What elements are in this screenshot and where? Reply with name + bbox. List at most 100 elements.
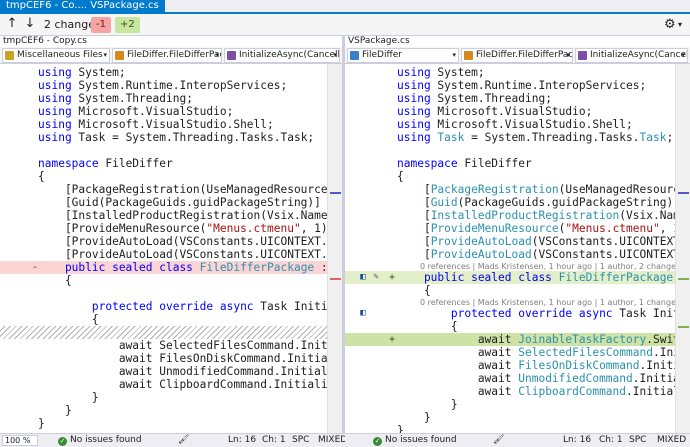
codelens-info[interactable]: 0 references | Mads Kristensen, 1 hour a… [420, 298, 676, 307]
right-status-bar: ✓ No issues found 🖌 Ln: 16 Ch: 1 SPC MIXE… [345, 433, 690, 447]
right-project-dropdown[interactable]: FileDiffer ▾ [347, 48, 459, 63]
gear-icon[interactable]: ⚙ [664, 17, 676, 33]
document-tab[interactable]: tmpCEF6 - Co.... VSPackage.cs [0, 0, 165, 12]
line-number: Ln: 16 [563, 435, 592, 445]
code-token: JoinableTaskFactory [518, 333, 647, 346]
deletion-marker: - [32, 262, 39, 273]
left-member-dropdown[interactable]: InitializeAsync(Cancell ▾ [224, 48, 340, 63]
code-token: PackageRegistration [430, 183, 559, 196]
code-line: { [0, 274, 342, 287]
code-cleanup-icon[interactable]: 🖌 [493, 434, 504, 447]
issues-label: No issues found [70, 435, 142, 445]
code-token: using [38, 131, 79, 144]
code-line-text: using Task = System.Threading.Tasks.Task… [38, 131, 314, 144]
code-line-text: } [38, 417, 45, 430]
code-line: using System.Runtime.InteropServices; [345, 79, 690, 92]
code-token: [InstalledProductRegistration(Vsix.Name,… [38, 209, 342, 222]
code-line-text: using System.Runtime.InteropServices; [38, 79, 287, 92]
code-cleanup-icon[interactable]: 🖌 [178, 434, 189, 447]
class-diagram-icon[interactable]: ◧ [358, 272, 368, 282]
whitespace-mode[interactable]: SPC [629, 434, 646, 447]
code-token: System.Runtime.InteropServices; [78, 79, 288, 92]
line-ending-mode[interactable]: MIXED [657, 434, 686, 447]
left-project-dropdown[interactable]: Miscellaneous Files ▾ [2, 48, 110, 63]
left-file-title: tmpCEF6 - Copy.cs [3, 36, 87, 46]
code-line: await SelectedFilesCommand.Initial [345, 346, 690, 359]
code-token: using [397, 92, 438, 105]
right-file-title: VSPackage.cs [348, 36, 410, 46]
left-member-label: InitializeAsync(Cancell [239, 50, 340, 60]
issues-label: No issues found [385, 435, 457, 445]
code-token: using [397, 131, 431, 144]
right-vertical-scrollbar[interactable] [675, 64, 690, 433]
right-type-dropdown[interactable]: FileDiffer.FileDifferPacl ▾ [461, 48, 573, 63]
code-token: public sealed class [397, 271, 552, 284]
left-vertical-scrollbar[interactable] [327, 64, 342, 433]
code-line-text: await FilesOnDiskCommand.Initializ [397, 359, 690, 372]
addition-marker: + [389, 272, 396, 283]
code-line-text: using System.Threading; [397, 92, 552, 105]
scroll-caret-marker [330, 192, 341, 194]
codelens-info[interactable]: 0 references | Mads Kristensen, 1 hour a… [420, 262, 680, 271]
whitespace-mode[interactable]: SPC [292, 434, 309, 447]
left-type-dropdown[interactable]: FileDiffer.FileDifferPacl ▾ [112, 48, 222, 63]
code-line-text: await SelectedFilesCommand.Initiali [38, 339, 342, 352]
code-line-text: [InstalledProductRegistration(Vsix.Name,… [38, 209, 342, 222]
next-change-icon[interactable]: ↓ [22, 16, 38, 32]
chevron-down-icon: ▾ [452, 51, 456, 59]
chevron-down-icon: ▾ [566, 51, 570, 59]
code-token: protected override async [38, 300, 254, 313]
brush-icon[interactable]: ✎ [371, 272, 381, 282]
code-line: await JoinableTaskFactory.SwitchTo+ [345, 333, 690, 346]
code-line-text: { [397, 284, 431, 297]
chevron-down-icon: ▾ [215, 51, 219, 59]
issues-indicator[interactable]: ✓ No issues found [373, 434, 457, 447]
code-line: [ProvideMenuResource("Menus.ctmenu", 1)] [345, 222, 690, 235]
code-token: SelectedFilesCommand [518, 346, 653, 359]
code-line-text: [ProvideAutoLoad(VSConstants.UICONTEXT.S… [38, 235, 342, 248]
code-line-text: using System; [397, 66, 485, 79]
code-line: using Microsoft.VisualStudio; [345, 105, 690, 118]
code-line-text: [ProvideMenuResource("Menus.ctmenu", 1)] [397, 222, 690, 235]
class-diagram-icon[interactable]: ◧ [358, 308, 368, 318]
code-line: using Microsoft.VisualStudio.Shell; [0, 118, 342, 131]
code-token: await [397, 346, 519, 359]
line-ending-mode[interactable]: MIXED [318, 434, 347, 447]
code-token: await SelectedFilesCommand.Initiali [38, 339, 342, 352]
zoom-dropdown[interactable]: 100 % [2, 435, 38, 446]
code-token: [ProvideAutoLoad(VSConstants.UICONTEXT.S… [38, 235, 342, 248]
code-token: } [397, 411, 431, 424]
code-line-text: using Task = System.Threading.Tasks.Task… [397, 131, 673, 144]
chevron-down-icon[interactable]: ▾ [678, 18, 682, 32]
code-token: [ProvideAutoLoad(VSConstants.UICONTEXT.S… [38, 248, 342, 261]
left-code-editor[interactable]: using System; using System.Runtime.Intero… [0, 64, 342, 433]
code-line: await UnmodifiedCommand.InitializeA [0, 365, 342, 378]
code-token: using [397, 118, 438, 131]
code-line-text: [PackageRegistration(UseManagedResources… [38, 183, 342, 196]
code-token: await UnmodifiedCommand.InitializeA [38, 365, 342, 378]
code-token: ProvideMenuResource [430, 222, 559, 235]
code-line-text: using Microsoft.VisualStudio.Shell; [397, 118, 633, 131]
code-token: InstalledProductRegistration [430, 209, 620, 222]
code-line-text: [PackageRegistration(UseManagedResources… [397, 183, 690, 196]
code-token: await ClipboardCommand.InitializeAs [38, 378, 342, 391]
method-icon [227, 51, 236, 60]
code-line: using System.Runtime.InteropServices; [0, 79, 342, 92]
issues-indicator[interactable]: ✓ No issues found [58, 434, 142, 447]
code-line: using System; [0, 66, 342, 79]
code-line-text: using System.Threading; [38, 92, 193, 105]
right-navigation-bar: FileDiffer ▾ FileDiffer.FileDifferPacl ▾… [345, 47, 690, 64]
code-line: [ProvideAutoLoad(VSConstants.UICONTEXT.S… [345, 235, 690, 248]
code-token: using [397, 79, 438, 92]
code-token: using [397, 105, 438, 118]
code-token: ; [666, 131, 674, 144]
previous-change-icon[interactable]: ↑ [4, 16, 20, 32]
right-code-editor[interactable]: using System; using System.Runtime.Intero… [345, 64, 690, 433]
code-line: using Task = System.Threading.Tasks.Task… [0, 131, 342, 144]
code-token: await FilesOnDiskCommand.Initialize [38, 352, 342, 365]
code-line-text: await UnmodifiedCommand.Initializ [397, 372, 690, 385]
code-line: [Guid(PackageGuids.guidPackageString)] [0, 196, 342, 209]
right-member-dropdown[interactable]: InitializeAsync(Cancell ▾ [575, 48, 688, 63]
